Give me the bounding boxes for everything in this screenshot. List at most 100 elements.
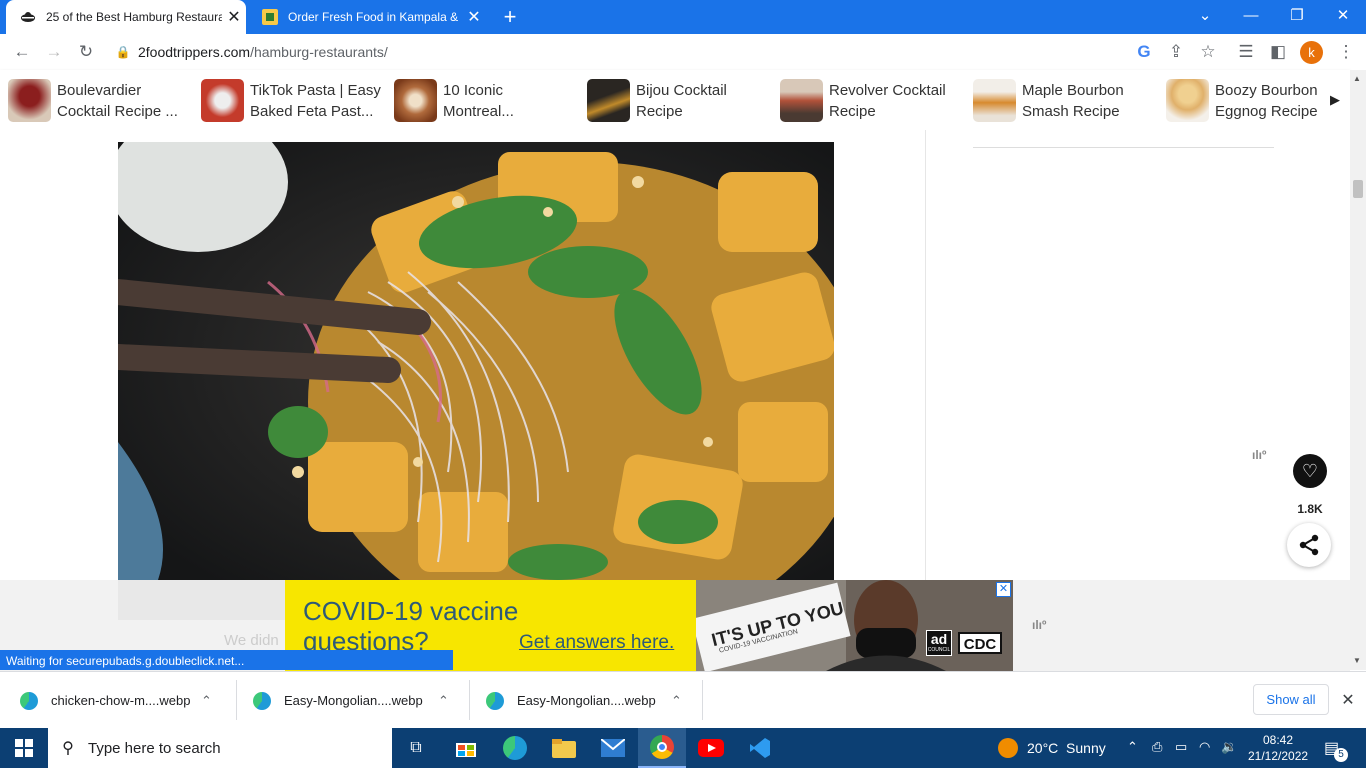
address-bar[interactable]: 🔒 2foodtrippers.com/hamburg-restaurants/ <box>108 38 1234 66</box>
page-scrollbar[interactable]: ▲ ▼ <box>1350 70 1366 670</box>
show-all-button[interactable]: Show all <box>1253 684 1329 715</box>
google-icon[interactable]: G <box>1128 34 1160 70</box>
network-device-icon[interactable]: ⎙ <box>1152 739 1162 755</box>
volume-icon[interactable]: 🔉 <box>1221 739 1237 755</box>
youtube-icon[interactable] <box>687 728 735 768</box>
download-item[interactable]: chicken-chow-m....webp ⌃ <box>20 672 236 729</box>
recipe-thumbnail <box>1166 79 1209 122</box>
url-path: /hamburg-restaurants/ <box>250 44 388 60</box>
restore-button[interactable]: ❐ <box>1274 0 1320 30</box>
sidebar-rule <box>973 147 1274 148</box>
ad-photo: IT'S UP TO YOU COVID-19 VACCINATION ad C… <box>696 580 1013 671</box>
clock-time: 08:42 <box>1262 733 1294 747</box>
profile-avatar[interactable]: k <box>1300 41 1323 64</box>
chevron-up-icon[interactable]: ⌃ <box>201 693 212 709</box>
wifi-icon[interactable]: ◠ <box>1199 739 1210 755</box>
forward-arrow-icon[interactable]: → <box>38 34 70 70</box>
tab-order-fresh-food[interactable]: Order Fresh Food in Kampala & E ✕ <box>248 0 486 34</box>
edge-file-icon <box>253 691 271 710</box>
ad-cta-link[interactable]: Get answers here. <box>519 632 674 654</box>
faded-article-text: We didn <box>224 632 279 649</box>
recipe-carousel: Boulevardier Cocktail Recipe ... TikTok … <box>0 70 1350 130</box>
download-separator <box>702 680 703 720</box>
close-tab-icon[interactable]: ✕ <box>222 7 246 27</box>
weather-sun-icon[interactable] <box>998 738 1018 758</box>
battery-icon[interactable]: ▭ <box>1175 739 1187 755</box>
scroll-down-icon[interactable]: ▼ <box>1353 656 1361 665</box>
search-icon: ⚲ <box>62 740 74 757</box>
food-photo <box>118 142 834 580</box>
scrollbar-thumb[interactable] <box>1353 180 1363 198</box>
recipe-card[interactable]: Boozy Bourbon Eggnog Recipe ... <box>1166 79 1333 122</box>
like-count: 1.8K <box>1297 502 1323 516</box>
back-arrow-icon[interactable]: ← <box>6 34 38 70</box>
clock[interactable]: 08:42 21/12/2022 <box>1248 732 1308 764</box>
tab-search-icon[interactable]: ⌄ <box>1182 0 1228 30</box>
taskbar-search[interactable]: ⚲ Type here to search <box>48 728 392 768</box>
tab-hamburg-restaurants[interactable]: 25 of the Best Hamburg Restaura ✕ <box>6 0 246 34</box>
close-downloads-icon[interactable]: ✕ <box>1338 690 1358 710</box>
recipe-label: Boozy Bourbon Eggnog Recipe ... <box>1215 81 1318 120</box>
recipe-card[interactable]: Maple Bourbon Smash Recipe <box>973 79 1157 122</box>
download-filename: Easy-Mongolian....webp <box>284 693 423 708</box>
status-bubble: Waiting for securepubads.g.doubleclick.n… <box>0 650 453 670</box>
file-explorer-icon[interactable] <box>540 728 588 768</box>
download-item[interactable]: Easy-Mongolian....webp ⌃ <box>253 672 469 729</box>
recipe-label: 10 Iconic Montreal... <box>443 81 514 120</box>
share-network-icon[interactable] <box>1287 523 1331 567</box>
browser-toolbar: ← → ↻ 🔒 2foodtrippers.com/hamburg-restau… <box>0 34 1366 70</box>
download-filename: chicken-chow-m....webp <box>51 693 191 708</box>
scroll-up-icon[interactable]: ▲ <box>1353 74 1361 83</box>
task-view-icon[interactable]: ⧉ <box>392 728 440 768</box>
weather-text[interactable]: 20°C Sunny <box>1027 740 1106 756</box>
recipe-card[interactable]: TikTok Pasta | Easy Baked Feta Past... <box>201 79 385 122</box>
recipe-label: Bijou Cocktail Recipe <box>636 81 727 120</box>
ad-council-mark: ad <box>930 631 948 647</box>
download-separator <box>469 680 470 720</box>
reading-list-icon[interactable]: ☰ <box>1230 34 1262 70</box>
edge-icon[interactable] <box>491 728 539 768</box>
ad-close-icon[interactable]: ✕ <box>996 582 1011 597</box>
carousel-next-icon[interactable]: ▶ <box>1327 88 1343 112</box>
cdc-logo: CDC <box>958 632 1002 654</box>
download-separator <box>236 680 237 720</box>
recipe-card[interactable]: Revolver Cocktail Recipe <box>780 79 964 122</box>
close-window-button[interactable]: ✕ <box>1320 0 1366 30</box>
new-tab-button[interactable]: + <box>496 4 524 30</box>
reload-icon[interactable]: ↻ <box>70 34 102 70</box>
favorite-heart-icon[interactable]: ♡ <box>1293 454 1327 488</box>
chevron-up-icon[interactable]: ⌃ <box>438 693 449 709</box>
share-icon[interactable]: ⇪ <box>1160 34 1192 70</box>
edge-file-icon <box>486 691 504 710</box>
bookmark-star-icon[interactable]: ☆ <box>1192 34 1224 70</box>
recipe-card[interactable]: Bijou Cocktail Recipe <box>587 79 771 122</box>
mediavine-logo-icon: ılıº <box>1252 448 1267 462</box>
mediavine-logo-icon: ılıº <box>1032 618 1047 632</box>
side-panel-icon[interactable]: ◧ <box>1262 34 1294 70</box>
recipe-card[interactable]: Boulevardier Cocktail Recipe ... <box>8 79 192 122</box>
mail-icon[interactable] <box>589 728 637 768</box>
recipe-thumbnail <box>973 79 1016 122</box>
ad-council-logo: ad COUNCIL <box>926 630 952 656</box>
search-placeholder: Type here to search <box>88 739 221 757</box>
lock-icon[interactable]: 🔒 <box>108 45 138 59</box>
chevron-up-icon[interactable]: ⌃ <box>1127 739 1138 755</box>
recipe-card[interactable]: 10 Iconic Montreal... <box>394 79 578 122</box>
recipe-thumbnail <box>587 79 630 122</box>
recipe-label: Boulevardier Cocktail Recipe ... <box>57 81 178 120</box>
store-icon[interactable] <box>442 728 490 768</box>
tab-strip: 25 of the Best Hamburg Restaura ✕ Order … <box>0 0 1366 34</box>
minimize-button[interactable]: — <box>1228 0 1274 30</box>
ad-gap <box>118 580 285 620</box>
close-tab-icon[interactable]: ✕ <box>462 7 486 27</box>
recipe-thumbnail <box>201 79 244 122</box>
vscode-icon[interactable] <box>736 728 784 768</box>
clock-date: 21/12/2022 <box>1248 749 1309 763</box>
download-item[interactable]: Easy-Mongolian....webp ⌃ <box>486 672 702 729</box>
site-favicon-icon <box>262 9 278 25</box>
menu-icon[interactable]: ⋮ <box>1330 34 1362 70</box>
ad-council-sub: COUNCIL <box>927 647 951 653</box>
chevron-up-icon[interactable]: ⌃ <box>671 693 682 709</box>
windows-start-icon[interactable] <box>0 728 48 768</box>
chrome-icon[interactable] <box>638 728 686 768</box>
